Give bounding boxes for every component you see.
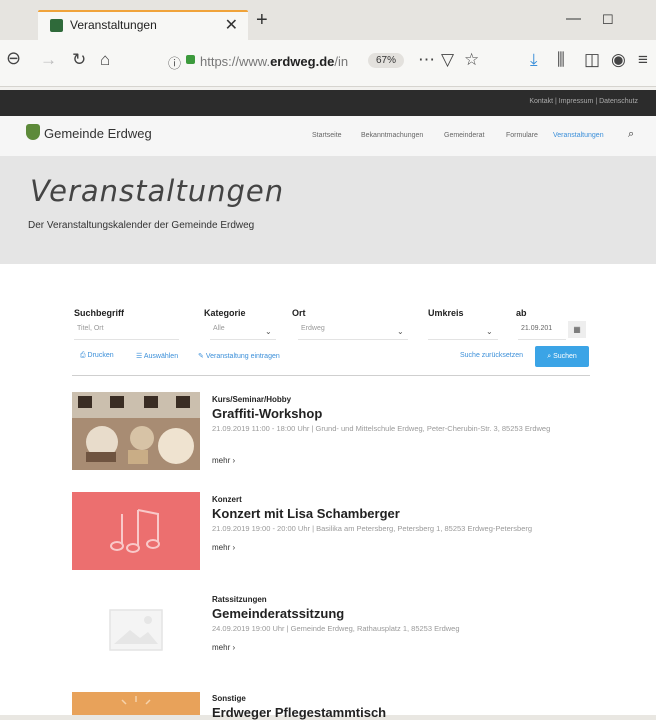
event-category: Ratssitzungen [212,595,267,604]
printer-icon: ⎙ [80,352,88,359]
page-actions-icon[interactable]: ⋯ [418,50,435,70]
event-item-council[interactable]: Ratssitzungen Gemeinderatssitzung 24.09.… [72,592,590,672]
pencil-icon: ✎ [198,353,206,360]
concert-tile [72,492,200,570]
download-icon[interactable]: ⤓ [530,50,538,70]
event-title[interactable]: Konzert mit Lisa Schamberger [212,506,400,521]
calendar-icon[interactable]: ▦ [568,321,586,338]
minimize-icon[interactable]: — [566,10,581,27]
event-more-link[interactable]: mehr › [212,456,235,465]
reset-search-link[interactable]: Suche zurücksetzen [460,352,523,359]
select-link[interactable]: ☰ Auswählen [136,352,178,360]
list-icon: ☰ [136,353,144,360]
browser-window: Veranstaltungen ✕ + — ☐ ⊖ → ↻ ⌂ ⓘ https:… [0,0,656,720]
new-tab-icon[interactable]: + [256,9,268,32]
search-icon[interactable]: ⌕ [628,128,634,141]
page-subtitle: Der Veranstaltungskalender der Gemeinde … [28,220,255,231]
navigation-toolbar: ⊖ → ↻ ⌂ ⓘ https://www.erdweg.de/in 67% ⋯… [0,40,656,87]
graffiti-photo [72,392,200,470]
library-icon[interactable]: ⫼ [557,50,565,70]
event-category: Konzert [212,495,242,504]
event-item-concert[interactable]: Konzert Konzert mit Lisa Schamberger 21.… [72,492,590,572]
menu-item-veranstaltungen[interactable]: Veranstaltungen [553,132,604,139]
date-label: ab [516,308,527,318]
site-favicon-icon [50,19,63,32]
event-item-graffiti[interactable]: Kurs/Seminar/Hobby Graffiti-Workshop 21.… [72,392,590,472]
search-input[interactable]: Titel, Ort [74,320,179,340]
url-text: https://www.erdweg.de/in [200,54,349,69]
pocket-icon[interactable]: ▽ [441,50,454,70]
event-more-link[interactable]: mehr › [212,543,235,552]
site-top-strip: Kontakt | Impressum | Datenschutz [0,90,656,116]
event-meta: 24.09.2019 19:00 Uhr | Gemeinde Erdweg, … [212,624,460,633]
sonstige-tile [72,692,200,715]
menu-item-formulare[interactable]: Formulare [506,132,538,139]
event-category: Sonstige [212,694,246,703]
forward-icon[interactable]: → [40,50,57,70]
event-meta: 21.09.2019 11:00 - 18:00 Uhr | Grund- un… [212,424,551,433]
event-title[interactable]: Erdweger Pflegestammtisch [212,705,386,720]
category-label: Kategorie [204,308,246,318]
menu-item-bekanntmachungen[interactable]: Bekanntmachungen [361,132,423,139]
event-more-link[interactable]: mehr › [212,643,235,652]
menu-item-startseite[interactable]: Startseite [312,132,342,139]
account-icon[interactable]: ◉ [611,50,626,70]
site-header: Gemeinde Erdweg Startseite Bekanntmachun… [0,116,656,157]
gemeinde-logo-icon[interactable] [26,124,40,140]
date-input[interactable]: 21.09.201 [518,320,566,340]
top-links[interactable]: Kontakt | Impressum | Datenschutz [529,98,638,105]
home-icon[interactable]: ⌂ [100,50,110,70]
place-select[interactable]: Erdweg [298,320,408,340]
reload-icon[interactable]: ↻ [72,50,86,70]
radius-chevron-down-icon: ⌄ [486,327,493,336]
place-label: Ort [292,308,306,318]
print-link[interactable]: ⎙ Drucken [80,352,114,360]
tab-title: Veranstaltungen [70,18,157,32]
sidebar-icon[interactable]: ◫ [584,50,600,70]
site-name[interactable]: Gemeinde Erdweg [44,126,152,141]
search-button[interactable]: ⌕ Suchen [535,346,589,367]
submit-event-link[interactable]: ✎ Veranstaltung eintragen [198,352,280,360]
tab-bar: Veranstaltungen ✕ + — ☐ [0,0,656,40]
search-label: Suchbegriff [74,308,125,318]
bookmark-star-icon[interactable]: ☆ [464,50,479,70]
tab-veranstaltungen[interactable]: Veranstaltungen ✕ [38,10,248,40]
back-icon[interactable]: ⊖ [6,48,21,69]
event-title[interactable]: Gemeinderatssitzung [212,606,344,621]
placeholder-image-icon [72,592,200,670]
menu-item-gemeinderat[interactable]: Gemeinderat [444,132,484,139]
lock-icon [186,55,195,64]
event-list-content: Suchbegriff Titel, Ort Kategorie Alle ⌄ … [0,264,656,720]
event-item-pflegestammtisch[interactable]: Sonstige Erdweger Pflegestammtisch [72,692,590,720]
zoom-level-badge[interactable]: 67% [368,53,405,68]
close-tab-icon[interactable]: ✕ [225,15,238,35]
info-icon[interactable]: ⓘ [168,53,181,72]
category-chevron-down-icon: ⌄ [265,327,272,336]
place-chevron-down-icon: ⌄ [397,327,404,336]
menu-icon[interactable]: ≡ [638,50,648,70]
page-hero: Veranstaltungen Der Veranstaltungskalend… [0,156,656,264]
radius-label: Umkreis [428,308,464,318]
event-title[interactable]: Graffiti-Workshop [212,406,322,421]
event-category: Kurs/Seminar/Hobby [212,395,292,404]
event-meta: 21.09.2019 19:00 - 20:00 Uhr | Basilika … [212,524,533,533]
maximize-icon[interactable]: ☐ [602,12,614,28]
page-title: Veranstaltungen [30,174,285,208]
divider [72,375,590,376]
